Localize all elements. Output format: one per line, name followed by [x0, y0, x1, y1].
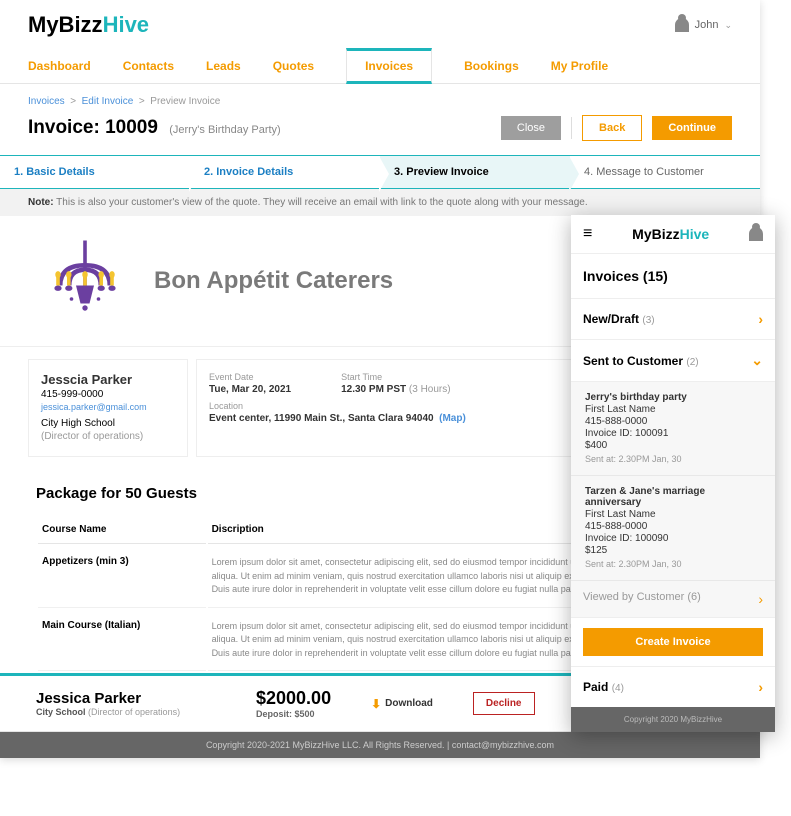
download-icon: ⬇ [371, 697, 381, 711]
chevron-down-icon: ⌄ [724, 20, 732, 31]
contact-role: (Director of operations) [41, 431, 175, 442]
company-logo-chandelier-icon [40, 236, 130, 326]
action-buttons: Close Back Continue [501, 115, 732, 141]
download-button[interactable]: ⬇Download [371, 697, 433, 711]
continue-button[interactable]: Continue [652, 116, 732, 140]
totals-amount: $2000.00 Deposit: $500 [256, 688, 331, 719]
close-button[interactable]: Close [501, 116, 561, 140]
accordion-new[interactable]: New/Draft (3) › [571, 298, 775, 339]
map-link[interactable]: (Map) [439, 413, 466, 424]
contact-card: Jesscia Parker 415-999-0000 jessica.park… [28, 359, 188, 457]
footer: Copyright 2020-2021 MyBizzHive LLC. All … [0, 732, 760, 758]
accordion-viewed[interactable]: Viewed by Customer (6) › [571, 581, 775, 617]
chevron-down-icon: ⌄ [751, 352, 763, 369]
mobile-view: ≡ MyBizzHive Invoices (15) New/Draft (3)… [571, 215, 775, 732]
totals-customer: Jessica Parker City School (Director of … [36, 690, 216, 717]
nav-quotes[interactable]: Quotes [273, 51, 314, 81]
logo: MyBizzHive [28, 12, 149, 38]
invoice-item[interactable]: Tarzen & Jane's marriage anniversary Fir… [571, 476, 775, 581]
crumb-edit[interactable]: Edit Invoice [82, 96, 134, 107]
contact-org: City High School [41, 418, 175, 429]
nav-contacts[interactable]: Contacts [123, 51, 174, 81]
create-wrap: Create Invoice [571, 617, 775, 666]
crumb-current: Preview Invoice [150, 96, 220, 107]
mobile-title: Invoices (15) [571, 254, 775, 298]
chevron-right-icon: › [758, 591, 763, 607]
separator [571, 117, 572, 139]
mobile-header: ≡ MyBizzHive [571, 215, 775, 254]
note-bar: Note: This is also your customer's view … [0, 189, 760, 216]
page-title: Invoice: 10009 (Jerry's Birthday Party) [28, 117, 281, 139]
chevron-right-icon: › [758, 679, 763, 695]
create-invoice-button[interactable]: Create Invoice [583, 628, 763, 656]
nav-leads[interactable]: Leads [206, 51, 241, 81]
mobile-footer: Copyright 2020 MyBizzHive [571, 707, 775, 732]
chevron-right-icon: › [758, 311, 763, 327]
main-nav: Dashboard Contacts Leads Quotes Invoices… [0, 48, 760, 84]
breadcrumb: Invoices > Edit Invoice > Preview Invoic… [0, 84, 760, 113]
contact-email[interactable]: jessica.parker@gmail.com [41, 402, 175, 412]
user-icon [675, 18, 689, 32]
mobile-logo: MyBizzHive [632, 226, 709, 242]
step-1[interactable]: 1. Basic Details [0, 156, 190, 188]
nav-bookings[interactable]: Bookings [464, 51, 519, 81]
accordion-paid[interactable]: Paid (4) › [571, 666, 775, 707]
crumb-invoices[interactable]: Invoices [28, 96, 65, 107]
nav-invoices[interactable]: Invoices [346, 48, 432, 84]
stepper: 1. Basic Details 2. Invoice Details 3. P… [0, 155, 760, 189]
invoice-item[interactable]: Jerry's birthday party First Last Name 4… [571, 382, 775, 476]
accordion-sent[interactable]: Sent to Customer (2) ⌄ [571, 339, 775, 381]
menu-icon[interactable]: ≡ [583, 225, 592, 243]
contact-phone: 415-999-0000 [41, 389, 175, 400]
nav-dashboard[interactable]: Dashboard [28, 51, 91, 81]
contact-name: Jesscia Parker [41, 372, 175, 387]
user-menu[interactable]: John ⌄ [675, 18, 732, 32]
user-icon[interactable] [749, 227, 763, 241]
event-card: Event DateTue, Mar 20, 2021 Start Time12… [196, 359, 594, 457]
nav-profile[interactable]: My Profile [551, 51, 608, 81]
header: MyBizzHive John ⌄ [0, 0, 760, 38]
back-button[interactable]: Back [582, 115, 642, 141]
step-2[interactable]: 2. Invoice Details [190, 156, 380, 188]
title-row: Invoice: 10009 (Jerry's Birthday Party) … [0, 113, 760, 155]
user-name: John [695, 19, 719, 31]
company-name: Bon Appétit Caterers [154, 267, 393, 295]
step-3[interactable]: 3. Preview Invoice [380, 156, 570, 188]
sent-body: Jerry's birthday party First Last Name 4… [571, 381, 775, 617]
step-4[interactable]: 4. Message to Customer [570, 156, 760, 188]
decline-button[interactable]: Decline [473, 692, 535, 715]
